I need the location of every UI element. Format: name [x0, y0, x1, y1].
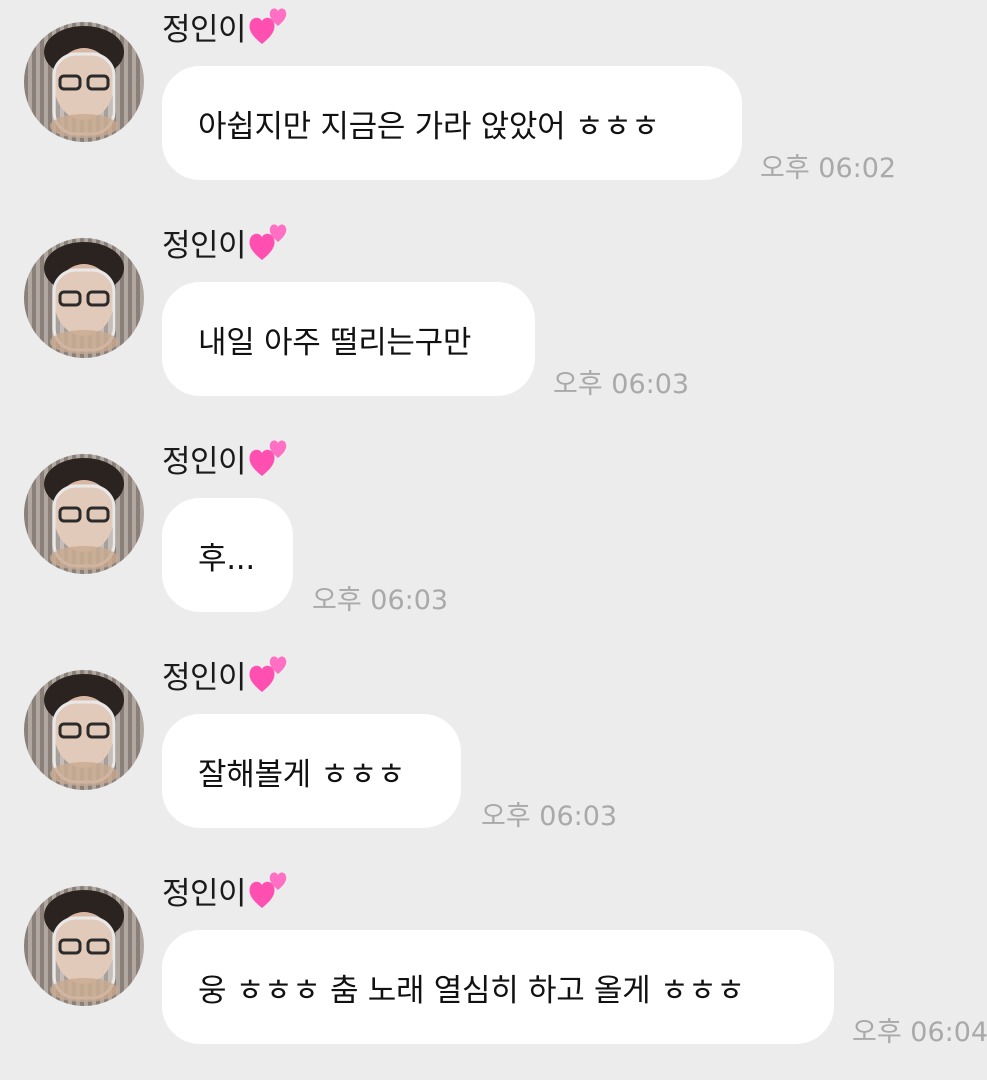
sender-name: 정인이	[162, 227, 247, 264]
profile-avatar[interactable]	[24, 886, 144, 1006]
chat-message: 정인이 후... 오후 06:03	[0, 432, 987, 648]
sender-row: 정인이	[162, 4, 292, 48]
message-timestamp: 오후 06:03	[312, 585, 449, 616]
avatar-photo	[44, 26, 124, 138]
avatar-photo	[44, 458, 124, 570]
profile-avatar[interactable]	[24, 238, 144, 358]
message-bubble[interactable]: 아쉽지만 지금은 가라 앉았어 ㅎㅎㅎ	[162, 66, 742, 180]
avatar-photo	[44, 890, 124, 1002]
sender-row: 정인이	[162, 652, 292, 696]
chat-message: 정인이 아쉽지만 지금은 가라 앉았어 ㅎㅎㅎ 오후 06:02	[0, 0, 987, 216]
two-hearts-icon	[249, 8, 287, 44]
sender-name: 정인이	[162, 875, 247, 912]
chat-message: 정인이 잘해볼게 ㅎㅎㅎ 오후 06:03	[0, 648, 987, 864]
message-timestamp: 오후 06:03	[553, 369, 690, 400]
message-bubble[interactable]: 내일 아주 떨리는구만	[162, 282, 535, 396]
message-bubble[interactable]: 웅 ㅎㅎㅎ 춤 노래 열심히 하고 올게 ㅎㅎㅎ	[162, 930, 834, 1044]
message-timestamp: 오후 06:02	[760, 153, 897, 184]
message-text: 후...	[198, 540, 255, 577]
message-timestamp: 오후 06:03	[481, 801, 618, 832]
message-text: 아쉽지만 지금은 가라 앉았어 ㅎㅎㅎ	[198, 108, 660, 145]
two-hearts-icon	[249, 440, 287, 476]
chat-message: 정인이 웅 ㅎㅎㅎ 춤 노래 열심히 하고 올게 ㅎㅎㅎ 오후 06:04	[0, 864, 987, 1080]
two-hearts-icon	[249, 872, 287, 908]
profile-avatar[interactable]	[24, 670, 144, 790]
profile-avatar[interactable]	[24, 454, 144, 574]
message-text: 잘해볼게 ㅎㅎㅎ	[198, 756, 406, 793]
message-bubble[interactable]: 잘해볼게 ㅎㅎㅎ	[162, 714, 461, 828]
avatar-photo	[44, 674, 124, 786]
avatar-photo	[44, 242, 124, 354]
two-hearts-icon	[249, 224, 287, 260]
sender-row: 정인이	[162, 436, 292, 480]
profile-avatar[interactable]	[24, 22, 144, 142]
sender-name: 정인이	[162, 659, 247, 696]
sender-name: 정인이	[162, 443, 247, 480]
two-hearts-icon	[249, 656, 287, 692]
message-text: 웅 ㅎㅎㅎ 춤 노래 열심히 하고 올게 ㅎㅎㅎ	[198, 972, 745, 1009]
message-timestamp: 오후 06:04	[852, 1017, 987, 1048]
sender-row: 정인이	[162, 868, 292, 912]
message-text: 내일 아주 떨리는구만	[198, 324, 472, 361]
message-bubble[interactable]: 후...	[162, 498, 293, 612]
chat-message: 정인이 내일 아주 떨리는구만 오후 06:03	[0, 216, 987, 432]
sender-name: 정인이	[162, 11, 247, 48]
sender-row: 정인이	[162, 220, 292, 264]
